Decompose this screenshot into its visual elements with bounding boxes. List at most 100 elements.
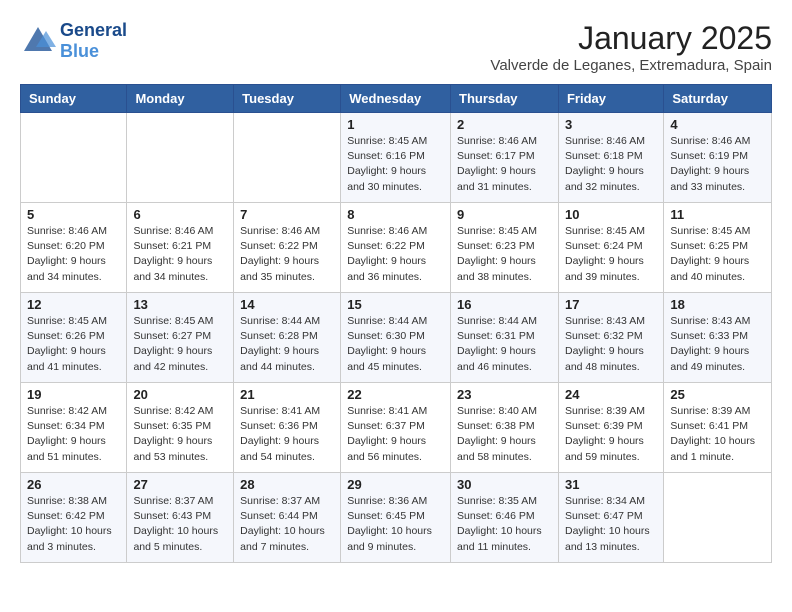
week-row-1: 1Sunrise: 8:45 AMSunset: 6:16 PMDaylight… xyxy=(21,113,772,203)
day-cell: 14 Sunrise: 8:44 AMSunset: 6:28 PMDayligh… xyxy=(234,293,341,383)
location-title: Valverde de Leganes, Extremadura, Spain xyxy=(490,57,772,74)
day-info: Sunrise: 8:44 AMSunset: 6:31 PMDaylight:… xyxy=(457,314,552,375)
day-number: 30 xyxy=(457,477,552,492)
day-number: 5 xyxy=(27,207,120,222)
header: General Blue January 2025 Valverde de Le… xyxy=(20,20,772,74)
logo: General Blue xyxy=(20,20,127,62)
day-number: 6 xyxy=(133,207,227,222)
day-info: Sunrise: 8:46 AMSunset: 6:21 PMDaylight:… xyxy=(133,224,227,285)
day-number: 14 xyxy=(240,297,334,312)
day-cell: 22 Sunrise: 8:41 AMSunset: 6:37 PMDayligh… xyxy=(341,383,451,473)
weekday-header-wednesday: Wednesday xyxy=(341,85,451,113)
day-number: 3 xyxy=(565,117,657,132)
calendar: SundayMondayTuesdayWednesdayThursdayFrid… xyxy=(20,84,772,563)
day-cell: 23 Sunrise: 8:40 AMSunset: 6:38 PMDayligh… xyxy=(451,383,559,473)
day-cell: 28 Sunrise: 8:37 AMSunset: 6:44 PMDayligh… xyxy=(234,473,341,563)
day-cell: 27Sunrise: 8:37 AMSunset: 6:43 PMDayligh… xyxy=(127,473,234,563)
logo-icon xyxy=(20,23,56,59)
week-row-2: 5 Sunrise: 8:46 AMSunset: 6:20 PMDaylight… xyxy=(21,203,772,293)
day-cell: 16 Sunrise: 8:44 AMSunset: 6:31 PMDayligh… xyxy=(451,293,559,383)
day-number: 2 xyxy=(457,117,552,132)
day-number: 15 xyxy=(347,297,444,312)
day-number: 10 xyxy=(565,207,657,222)
day-number: 26 xyxy=(27,477,120,492)
day-number: 9 xyxy=(457,207,552,222)
day-cell: 6 Sunrise: 8:46 AMSunset: 6:21 PMDaylight… xyxy=(127,203,234,293)
day-number: 18 xyxy=(670,297,765,312)
day-number: 28 xyxy=(240,477,334,492)
logo-general: General xyxy=(60,20,127,40)
weekday-header-friday: Friday xyxy=(558,85,663,113)
day-cell: 3 Sunrise: 8:46 AMSunset: 6:18 PMDaylight… xyxy=(558,113,663,203)
day-number: 16 xyxy=(457,297,552,312)
day-info: Sunrise: 8:46 AMSunset: 6:20 PMDaylight:… xyxy=(27,224,120,285)
week-row-4: 19 Sunrise: 8:42 AMSunset: 6:34 PMDayligh… xyxy=(21,383,772,473)
weekday-header-monday: Monday xyxy=(127,85,234,113)
day-info: Sunrise: 8:45 AMSunset: 6:26 PMDaylight:… xyxy=(27,314,120,375)
day-info: Sunrise: 8:46 AMSunset: 6:22 PMDaylight:… xyxy=(347,224,444,285)
day-info: Sunrise: 8:37 AMSunset: 6:44 PMDaylight:… xyxy=(240,494,334,555)
day-cell: 20Sunrise: 8:42 AMSunset: 6:35 PMDayligh… xyxy=(127,383,234,473)
day-cell: 9 Sunrise: 8:45 AMSunset: 6:23 PMDaylight… xyxy=(451,203,559,293)
day-info: Sunrise: 8:46 AMSunset: 6:22 PMDaylight:… xyxy=(240,224,334,285)
day-cell: 7 Sunrise: 8:46 AMSunset: 6:22 PMDaylight… xyxy=(234,203,341,293)
day-cell xyxy=(21,113,127,203)
day-number: 13 xyxy=(133,297,227,312)
day-cell: 17 Sunrise: 8:43 AMSunset: 6:32 PMDayligh… xyxy=(558,293,663,383)
day-cell: 21Sunrise: 8:41 AMSunset: 6:36 PMDayligh… xyxy=(234,383,341,473)
day-cell: 8Sunrise: 8:46 AMSunset: 6:22 PMDaylight… xyxy=(341,203,451,293)
title-area: January 2025 Valverde de Leganes, Extrem… xyxy=(490,20,772,74)
day-info: Sunrise: 8:36 AMSunset: 6:45 PMDaylight:… xyxy=(347,494,444,555)
day-number: 4 xyxy=(670,117,765,132)
day-number: 24 xyxy=(565,387,657,402)
day-info: Sunrise: 8:45 AMSunset: 6:25 PMDaylight:… xyxy=(670,224,765,285)
day-number: 19 xyxy=(27,387,120,402)
month-title: January 2025 xyxy=(490,20,772,57)
day-number: 20 xyxy=(133,387,227,402)
weekday-header-sunday: Sunday xyxy=(21,85,127,113)
day-number: 25 xyxy=(670,387,765,402)
day-number: 17 xyxy=(565,297,657,312)
day-info: Sunrise: 8:44 AMSunset: 6:28 PMDaylight:… xyxy=(240,314,334,375)
week-row-3: 12 Sunrise: 8:45 AMSunset: 6:26 PMDayligh… xyxy=(21,293,772,383)
day-number: 11 xyxy=(670,207,765,222)
day-cell: 10Sunrise: 8:45 AMSunset: 6:24 PMDayligh… xyxy=(558,203,663,293)
day-info: Sunrise: 8:46 AMSunset: 6:19 PMDaylight:… xyxy=(670,134,765,195)
weekday-header-saturday: Saturday xyxy=(664,85,772,113)
day-number: 29 xyxy=(347,477,444,492)
day-cell: 5 Sunrise: 8:46 AMSunset: 6:20 PMDaylight… xyxy=(21,203,127,293)
day-number: 7 xyxy=(240,207,334,222)
day-info: Sunrise: 8:40 AMSunset: 6:38 PMDaylight:… xyxy=(457,404,552,465)
day-info: Sunrise: 8:43 AMSunset: 6:32 PMDaylight:… xyxy=(565,314,657,375)
day-cell: 26Sunrise: 8:38 AMSunset: 6:42 PMDayligh… xyxy=(21,473,127,563)
day-cell: 24 Sunrise: 8:39 AMSunset: 6:39 PMDayligh… xyxy=(558,383,663,473)
day-info: Sunrise: 8:34 AMSunset: 6:47 PMDaylight:… xyxy=(565,494,657,555)
day-cell: 1Sunrise: 8:45 AMSunset: 6:16 PMDaylight… xyxy=(341,113,451,203)
weekday-header-tuesday: Tuesday xyxy=(234,85,341,113)
day-info: Sunrise: 8:46 AMSunset: 6:17 PMDaylight:… xyxy=(457,134,552,195)
day-info: Sunrise: 8:45 AMSunset: 6:23 PMDaylight:… xyxy=(457,224,552,285)
day-cell xyxy=(234,113,341,203)
day-cell: 25 Sunrise: 8:39 AMSunset: 6:41 PMDayligh… xyxy=(664,383,772,473)
day-number: 23 xyxy=(457,387,552,402)
day-info: Sunrise: 8:42 AMSunset: 6:34 PMDaylight:… xyxy=(27,404,120,465)
day-cell: 15Sunrise: 8:44 AMSunset: 6:30 PMDayligh… xyxy=(341,293,451,383)
calendar-body: 1Sunrise: 8:45 AMSunset: 6:16 PMDaylight… xyxy=(21,113,772,563)
day-cell: 4 Sunrise: 8:46 AMSunset: 6:19 PMDaylight… xyxy=(664,113,772,203)
day-number: 12 xyxy=(27,297,120,312)
day-info: Sunrise: 8:46 AMSunset: 6:18 PMDaylight:… xyxy=(565,134,657,195)
day-number: 22 xyxy=(347,387,444,402)
day-cell: 19 Sunrise: 8:42 AMSunset: 6:34 PMDayligh… xyxy=(21,383,127,473)
day-number: 1 xyxy=(347,117,444,132)
day-cell: 2 Sunrise: 8:46 AMSunset: 6:17 PMDaylight… xyxy=(451,113,559,203)
day-info: Sunrise: 8:45 AMSunset: 6:27 PMDaylight:… xyxy=(133,314,227,375)
weekday-header-row: SundayMondayTuesdayWednesdayThursdayFrid… xyxy=(21,85,772,113)
day-cell xyxy=(664,473,772,563)
weekday-header-thursday: Thursday xyxy=(451,85,559,113)
day-info: Sunrise: 8:41 AMSunset: 6:36 PMDaylight:… xyxy=(240,404,334,465)
day-cell: 12 Sunrise: 8:45 AMSunset: 6:26 PMDayligh… xyxy=(21,293,127,383)
day-cell: 30Sunrise: 8:35 AMSunset: 6:46 PMDayligh… xyxy=(451,473,559,563)
day-info: Sunrise: 8:39 AMSunset: 6:39 PMDaylight:… xyxy=(565,404,657,465)
day-info: Sunrise: 8:39 AMSunset: 6:41 PMDaylight:… xyxy=(670,404,765,465)
day-info: Sunrise: 8:41 AMSunset: 6:37 PMDaylight:… xyxy=(347,404,444,465)
